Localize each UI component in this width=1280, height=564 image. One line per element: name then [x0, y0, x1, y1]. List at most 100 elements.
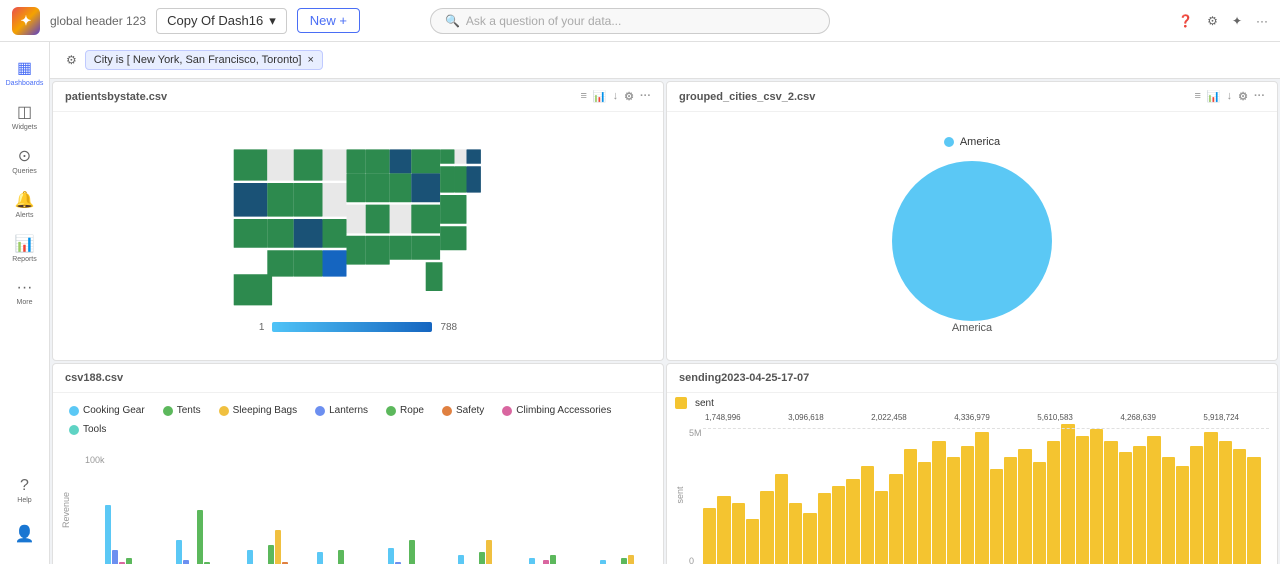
list-icon[interactable]: ≡ — [581, 90, 587, 103]
sent-bar — [1061, 424, 1074, 564]
svg-text:America: America — [952, 322, 993, 334]
sidebar-item-widgets[interactable]: ◫ Widgets — [5, 96, 45, 136]
sidebar-item-user[interactable]: 👤 — [5, 514, 45, 554]
cooking-gear-label: Cooking Gear — [83, 405, 145, 416]
topbar-right: ❓ ⚙ ✦ ··· — [1178, 14, 1268, 28]
panel-bar-body: Cooking Gear Tents Sleeping Bags — [53, 393, 663, 564]
sidebar-label-dashboards: Dashboards — [6, 80, 44, 87]
filter3-icon[interactable]: ⚙ — [1238, 90, 1248, 103]
climbing-color — [502, 406, 512, 416]
ellipsis-icon[interactable]: ··· — [640, 90, 651, 103]
bar-container: Cooking Gear Tents Sleeping Bags — [53, 393, 663, 564]
bar — [388, 548, 394, 564]
sent-bar — [1176, 466, 1189, 564]
tents-label: Tents — [177, 405, 201, 416]
bar — [600, 560, 606, 564]
sent-bar — [1204, 432, 1217, 564]
bar — [338, 550, 344, 564]
sent-bar — [1047, 441, 1060, 564]
sent-bar — [760, 491, 773, 564]
legend-lanterns: Lanterns — [315, 405, 368, 416]
bar — [621, 558, 627, 564]
sent-bar — [1162, 457, 1175, 564]
sent-bar — [975, 432, 988, 564]
sent-bar — [1247, 457, 1260, 564]
chevron-down-icon: ▾ — [269, 13, 276, 29]
help-icon[interactable]: ❓ — [1178, 14, 1193, 28]
bar — [105, 505, 111, 564]
map-legend-max: 788 — [440, 322, 457, 333]
sidebar-item-queries[interactable]: ⊙ Queries — [5, 140, 45, 180]
panel-pie: grouped_cities_csv_2.csv ≡ 📊 ↓ ⚙ ··· Ame… — [666, 81, 1278, 361]
y-axis-label: Revenue — [61, 491, 71, 527]
sending-bars-area: sent 5M 0 — [675, 424, 1269, 564]
bar — [486, 540, 492, 564]
ellipsis2-icon[interactable]: ··· — [1254, 90, 1265, 103]
more-icon[interactable]: ··· — [1256, 14, 1268, 28]
panel-sending-header: sending2023-04-25-17-07 — [667, 364, 1277, 393]
sidebar-item-help[interactable]: ? Help — [5, 470, 45, 510]
rope-color — [386, 406, 396, 416]
y-axis-sent-label: sent — [675, 486, 685, 503]
filter-close-icon[interactable]: × — [307, 54, 313, 66]
sidebar-item-alerts[interactable]: 🔔 Alerts — [5, 184, 45, 224]
bar — [126, 558, 132, 564]
sent-bar — [932, 441, 945, 564]
bar-groups — [91, 505, 655, 564]
bar — [458, 555, 464, 564]
pie-legend-dot — [944, 137, 954, 147]
sidebar-item-dashboards[interactable]: ▦ Dashboards — [5, 52, 45, 92]
panel-map-header: patientsbystate.csv ≡ 📊 ↓ ⚙ ··· — [53, 82, 663, 112]
star-icon[interactable]: ✦ — [1232, 14, 1242, 28]
download2-icon[interactable]: ↓ — [1227, 90, 1233, 103]
sent-bar — [717, 496, 730, 564]
sleeping-bags-color — [219, 406, 229, 416]
new-button[interactable]: New + — [297, 8, 360, 33]
chart-legend: Cooking Gear Tents Sleeping Bags — [61, 401, 655, 439]
dashboard-selector[interactable]: Copy Of Dash16 ▾ — [156, 8, 287, 34]
value-annotations: 1,748,996 3,096,618 2,022,458 4,336,979 … — [675, 413, 1269, 424]
bar-chart-area: Revenue 100k — [61, 445, 655, 564]
search-bar[interactable]: 🔍 Ask a question of your data... — [430, 8, 830, 34]
val3: 2,022,458 — [871, 413, 907, 422]
sent-bar — [918, 462, 931, 564]
chart-icon[interactable]: 📊 — [593, 90, 607, 103]
sidebar-item-reports[interactable]: 📊 Reports — [5, 228, 45, 268]
panel-map-body: 1 788 — [53, 112, 663, 360]
filter-tag[interactable]: City is [ New York, San Francisco, Toron… — [85, 50, 323, 70]
bar — [197, 510, 203, 564]
sent-legend-dot — [675, 397, 687, 409]
app-logo[interactable]: ✦ — [12, 7, 40, 35]
sending-legend: sent — [675, 397, 1269, 409]
legend-sleeping-bags: Sleeping Bags — [219, 405, 298, 416]
sent-bar — [875, 491, 888, 564]
sidebar-label-alerts: Alerts — [16, 212, 34, 219]
bar — [543, 560, 549, 564]
sent-bar — [1104, 441, 1117, 564]
sidebar-item-more[interactable]: ··· More — [5, 272, 45, 312]
filter2-icon[interactable]: ⚙ — [624, 90, 634, 103]
list2-icon[interactable]: ≡ — [1195, 90, 1201, 103]
y-tick-5m: 5M — [689, 428, 702, 438]
bar-group-2 — [162, 510, 232, 564]
panel-sending-body: sent 1,748,996 3,096,618 2,022,458 4,336… — [667, 393, 1277, 564]
bar — [409, 540, 415, 564]
sent-bar — [732, 503, 745, 564]
panel-pie-body: America America — [667, 112, 1277, 360]
sidebar: ▦ Dashboards ◫ Widgets ⊙ Queries 🔔 Alert… — [0, 42, 50, 564]
sent-bar — [947, 457, 960, 564]
sent-bar — [832, 486, 845, 564]
sent-bar — [746, 519, 759, 564]
bar — [275, 530, 281, 564]
val1: 1,748,996 — [705, 413, 741, 422]
bar-group-3 — [232, 530, 302, 564]
cooking-gear-color — [69, 406, 79, 416]
climbing-label: Climbing Accessories — [516, 405, 611, 416]
bar-group-8 — [585, 555, 655, 564]
bar — [247, 550, 253, 564]
settings-icon[interactable]: ⚙ — [1207, 14, 1218, 28]
legend-rope: Rope — [386, 405, 424, 416]
download-icon[interactable]: ↓ — [613, 90, 619, 103]
help-circle-icon: ? — [20, 477, 29, 495]
chart2-icon[interactable]: 📊 — [1207, 90, 1221, 103]
